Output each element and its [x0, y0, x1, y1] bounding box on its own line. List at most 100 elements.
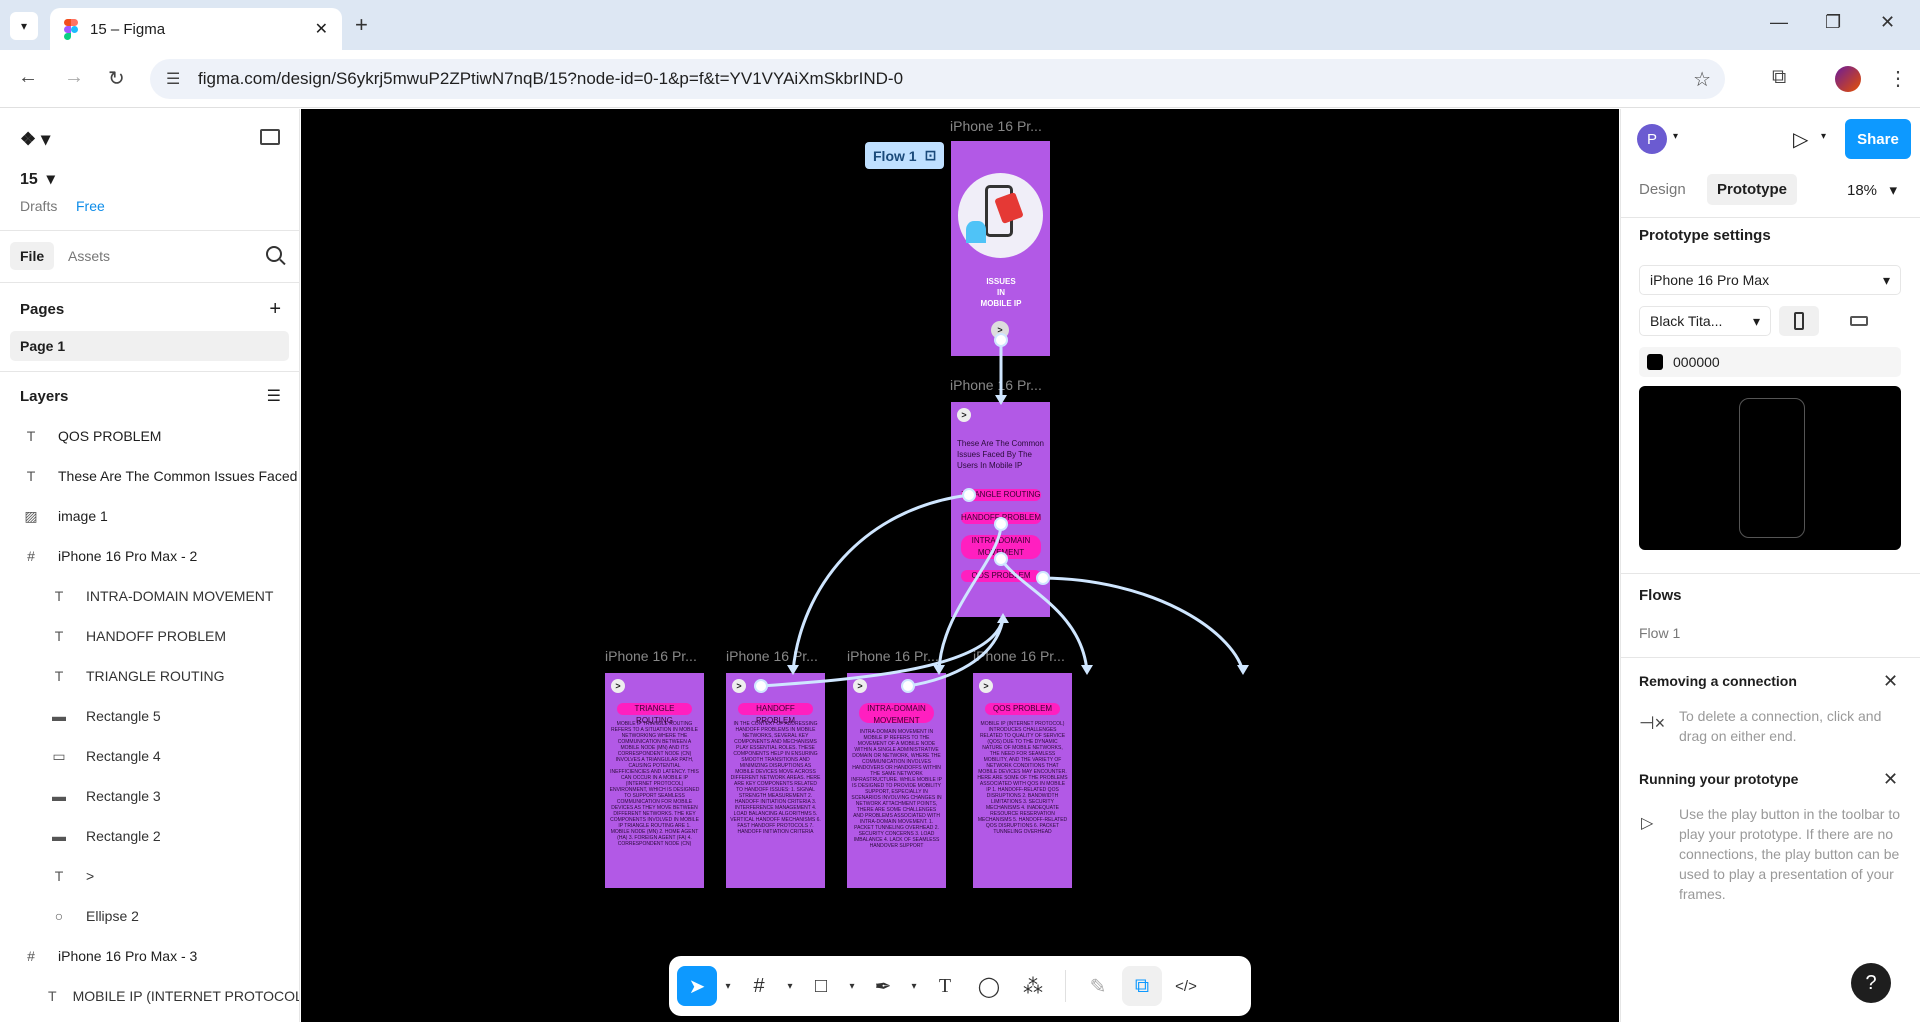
browser-tab-bar: ▾ 15 – Figma ✕ + — ❐ ✕ [0, 0, 1920, 50]
arrowhead [1237, 665, 1249, 675]
running-prototype-heading: Running your prototype [1639, 771, 1799, 787]
panel-toggle-icon[interactable] [260, 129, 280, 145]
model-color-select[interactable]: Black Tita... ▾ [1639, 306, 1771, 336]
layer-label: Rectangle 5 [86, 708, 161, 724]
prototype-icon[interactable]: ⧉ [1122, 966, 1162, 1006]
layer-type-icon: ▬ [52, 828, 66, 844]
move-icon[interactable]: ➤ [677, 966, 717, 1006]
layer-label: MOBILE IP (INTERNET PROTOCOL [72, 988, 300, 1004]
back-icon[interactable]: ← [18, 66, 38, 89]
color-swatch[interactable] [1647, 354, 1663, 370]
browser-profile-avatar[interactable] [1835, 66, 1861, 92]
layer-label: Rectangle 2 [86, 828, 161, 844]
search-icon[interactable] [266, 246, 282, 262]
plus-icon[interactable]: + [355, 12, 368, 38]
frame-icon[interactable]: # [739, 966, 779, 1006]
rectangle-icon[interactable]: □ [801, 966, 841, 1006]
layer-label: QOS PROBLEM [58, 428, 162, 444]
layers-options-icon[interactable]: ☰ [267, 386, 281, 406]
device-select[interactable]: iPhone 16 Pro Max ▾ [1639, 265, 1901, 295]
phone-outline [1739, 398, 1805, 538]
arrowhead [995, 395, 1007, 405]
removing-connection-heading: Removing a connection [1639, 673, 1797, 689]
arrowhead [787, 665, 799, 675]
forward-icon[interactable]: → [64, 66, 84, 89]
layer-item[interactable]: ▨ image 1 [0, 496, 299, 536]
layer-item[interactable]: ▭ Rectangle 4 [0, 736, 299, 776]
page-item[interactable]: Page 1 [10, 331, 289, 361]
close-icon[interactable]: ✕ [1883, 671, 1898, 692]
layer-type-icon: T [26, 428, 36, 444]
share-button[interactable]: Share [1845, 119, 1911, 159]
url-field[interactable]: ☰ figma.com/design/S6ykrj5mwuP2ZPtiwN7nq… [150, 59, 1725, 99]
close-icon[interactable]: ✕ [1883, 769, 1898, 790]
help-button[interactable]: ? [1851, 963, 1891, 1003]
play-icon[interactable]: ▷ [1793, 127, 1808, 152]
chevron-down-icon[interactable]: ▾ [1821, 131, 1826, 142]
layer-item[interactable]: T TRIANGLE ROUTING [0, 656, 299, 696]
layer-type-icon: T [54, 628, 64, 644]
tab-assets[interactable]: Assets [68, 248, 110, 264]
chevron-down-icon[interactable]: ▾ [1673, 131, 1678, 142]
layer-item[interactable]: T > [0, 856, 299, 896]
minimize-icon[interactable]: — [1770, 12, 1788, 33]
layer-item[interactable]: # iPhone 16 Pro Max - 3 [0, 936, 299, 976]
plan-badge[interactable]: Free [76, 198, 105, 214]
layer-item[interactable]: T These Are The Common Issues Faced [0, 456, 299, 496]
background-color-field[interactable]: 000000 [1639, 347, 1901, 377]
device-preview [1639, 386, 1901, 550]
landscape-icon[interactable] [1839, 306, 1879, 336]
layer-item[interactable]: T MOBILE IP (INTERNET PROTOCOL [0, 976, 299, 1016]
pages-heading: Pages [20, 300, 65, 318]
arrowhead [933, 665, 945, 675]
figma-menu-icon[interactable]: ❖ ▾ [20, 129, 50, 150]
chevron-down-icon[interactable]: ▾ [845, 966, 859, 1006]
chevron-down-icon[interactable]: ▾ [783, 966, 797, 1006]
pen-icon[interactable]: ✒ [863, 966, 903, 1006]
file-name[interactable]: 15 ▾ [20, 169, 55, 189]
layer-item[interactable]: ▬ Rectangle 3 [0, 776, 299, 816]
flow-item[interactable]: Flow 1 [1639, 625, 1680, 641]
avatar[interactable]: P [1637, 124, 1667, 154]
model-color-value: Black Tita... [1650, 313, 1723, 329]
layer-item[interactable]: ○ Ellipse 2 [0, 896, 299, 936]
connection-handle [962, 488, 976, 502]
actions-icon[interactable]: ⁂ [1013, 966, 1053, 1006]
portrait-icon[interactable] [1779, 306, 1819, 336]
removing-connection-hint: To delete a connection, click and drag o… [1679, 708, 1882, 744]
reload-icon[interactable]: ↻ [108, 66, 125, 91]
layer-item[interactable]: T INTRA-DOMAIN MOVEMENT [0, 576, 299, 616]
zoom-level[interactable]: 18% ▾ [1847, 181, 1897, 199]
design-canvas[interactable]: iPhone 16 Pr... Flow 1 ⊡ ISSUES IN MOBIL… [301, 109, 1619, 1022]
close-window-icon[interactable]: ✕ [1880, 12, 1895, 33]
tab-prototype[interactable]: Prototype [1707, 174, 1798, 205]
tune-icon[interactable]: ☰ [166, 69, 180, 89]
tab-file[interactable]: File [10, 242, 55, 270]
draw-icon[interactable]: ✎ [1078, 966, 1118, 1006]
chevron-down-icon[interactable]: ▾ [907, 966, 921, 1006]
running-prototype-hint: Use the play button in the toolbar to pl… [1679, 806, 1901, 902]
connection-path [937, 523, 1003, 672]
layer-item[interactable]: T HANDOFF PROBLEM [0, 616, 299, 656]
layers-heading: Layers [20, 387, 69, 405]
layer-item[interactable]: ▬ Rectangle 2 [0, 816, 299, 856]
text-icon[interactable]: T [925, 966, 965, 1006]
add-page-icon[interactable]: + [269, 298, 281, 321]
layer-item[interactable]: # iPhone 16 Pro Max - 2 [0, 536, 299, 576]
tab-design[interactable]: Design [1639, 181, 1686, 198]
drafts-label[interactable]: Drafts [20, 198, 57, 214]
extensions-icon[interactable]: ⧉ [1772, 66, 1786, 89]
connection-handle [901, 679, 915, 693]
more-menu-icon[interactable]: ⋮ [1888, 66, 1908, 91]
star-icon[interactable]: ☆ [1693, 67, 1711, 92]
close-icon[interactable]: ✕ [315, 19, 328, 39]
dev-mode-icon[interactable]: </> [1166, 966, 1206, 1006]
connection-handle [754, 679, 768, 693]
chevron-down-icon[interactable]: ▾ [721, 966, 735, 1006]
layer-item[interactable]: T QOS PROBLEM [0, 416, 299, 456]
comment-icon[interactable]: ◯ [969, 966, 1009, 1006]
restore-icon[interactable]: ❐ [1825, 12, 1841, 33]
tab-list-button[interactable]: ▾ [10, 12, 38, 40]
layer-item[interactable]: ▬ Rectangle 5 [0, 696, 299, 736]
browser-tab[interactable]: 15 – Figma ✕ [50, 8, 342, 50]
